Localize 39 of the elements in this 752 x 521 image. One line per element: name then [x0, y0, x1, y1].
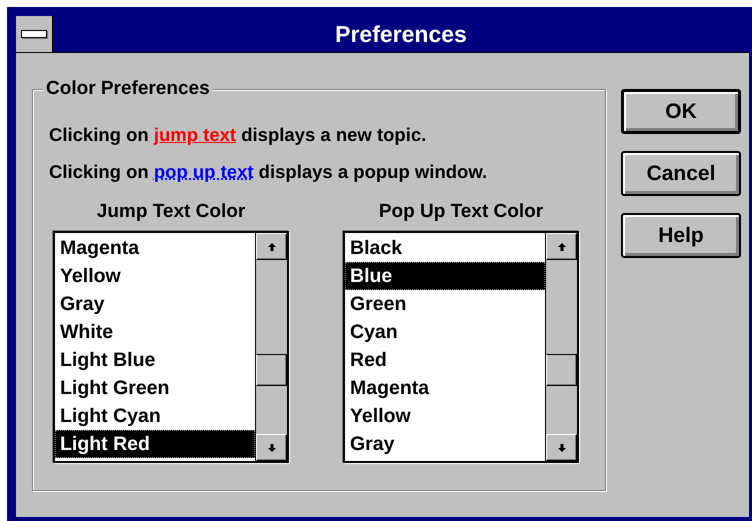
list-item[interactable]: Red: [345, 346, 545, 374]
list-item[interactable]: Yellow: [345, 402, 545, 430]
description-text: Clicking on pop up text displays a popup window.: [49, 161, 488, 183]
list-item[interactable]: Gray: [55, 290, 255, 318]
list-item[interactable]: Magenta: [345, 374, 545, 402]
bar-icon: [21, 30, 47, 38]
list-item[interactable]: Green: [345, 290, 545, 318]
window-title: Preferences: [334, 20, 468, 48]
dialog-button[interactable]: Cancel: [621, 151, 741, 196]
scroll-thumb[interactable]: [546, 354, 577, 386]
list-item[interactable]: Yellow: [55, 262, 255, 290]
scroll-thumb[interactable]: [256, 354, 287, 386]
dialog-button[interactable]: Help: [621, 213, 741, 258]
list-item[interactable]: Black: [345, 234, 545, 262]
list-item[interactable]: Light Blue: [55, 346, 255, 374]
description-text: Clicking on jump text displays a new topic.: [49, 124, 428, 146]
up-arrow-icon: [556, 242, 566, 252]
scroll-up-button[interactable]: [256, 233, 287, 260]
list-label: Jump Text Color: [96, 201, 246, 223]
list-label: Pop Up Text Color: [378, 201, 544, 223]
scroll-down-button[interactable]: [256, 434, 287, 461]
down-arrow-icon: [266, 442, 276, 452]
dialog-button[interactable]: OK: [621, 89, 741, 134]
list-item[interactable]: Light Cyan: [55, 402, 255, 430]
down-arrow-icon: [556, 442, 566, 452]
scroll-up-button[interactable]: [546, 233, 577, 260]
scrollbar[interactable]: [545, 233, 577, 461]
scroll-down-button[interactable]: [546, 434, 577, 461]
list-item[interactable]: White: [55, 318, 255, 346]
list-item[interactable]: Gray: [345, 430, 545, 458]
up-arrow-icon: [266, 242, 276, 252]
scrollbar[interactable]: [255, 233, 287, 461]
list-item[interactable]: Light Green: [55, 374, 255, 402]
list-item[interactable]: Blue: [345, 262, 545, 290]
list-item[interactable]: Light Red: [55, 430, 255, 458]
list-item[interactable]: Cyan: [345, 318, 545, 346]
list-item[interactable]: Magenta: [55, 234, 255, 262]
popup-link[interactable]: pop up text: [154, 161, 254, 182]
system-menu-button[interactable]: [16, 16, 53, 52]
